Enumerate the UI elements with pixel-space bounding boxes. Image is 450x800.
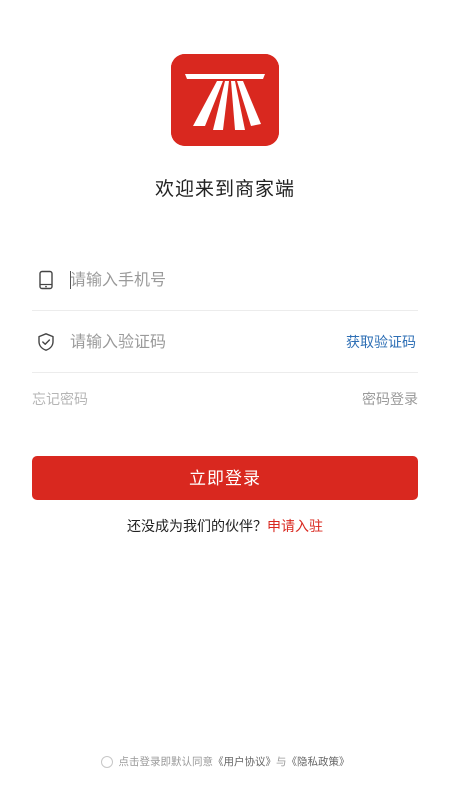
welcome-title: 欢迎来到商家端 xyxy=(154,178,295,200)
text-cursor xyxy=(70,270,71,289)
forgot-password-link[interactable]: 忘记密码 xyxy=(32,389,88,409)
user-agreement-link[interactable]: 《用户协议》 xyxy=(213,756,276,768)
password-login-link[interactable]: 密码登录 xyxy=(362,389,418,409)
privacy-policy-link[interactable]: 《隐私政策》 xyxy=(287,756,350,768)
logo-mark-icon xyxy=(171,54,279,146)
login-button[interactable]: 立即登录 xyxy=(32,456,418,500)
agreement-conjunction: 与 xyxy=(276,756,287,768)
code-field-row: 获取验证码 xyxy=(32,311,418,373)
phone-field-row xyxy=(32,249,418,311)
apply-join-link[interactable]: 申请入驻 xyxy=(267,519,323,535)
phone-input[interactable] xyxy=(70,266,310,293)
login-options-row: 忘记密码 密码登录 xyxy=(32,389,418,409)
app-logo xyxy=(171,54,279,146)
verification-code-input[interactable] xyxy=(70,328,310,355)
phone-icon xyxy=(36,270,56,290)
agreement-radio[interactable] xyxy=(100,756,113,768)
partner-prompt-text: 还没成为我们的伙伴？ xyxy=(127,519,267,535)
partner-prompt: 还没成为我们的伙伴？申请入驻 xyxy=(0,516,450,536)
agreement-prefix: 点击登录即默认同意 xyxy=(118,756,214,768)
get-code-button[interactable]: 获取验证码 xyxy=(346,332,416,352)
shield-check-icon xyxy=(36,332,56,352)
login-page: 欢迎来到商家端 获取验证码 忘记密码 密码登录 立即登录 还没成为我们的伙伴？申… xyxy=(0,0,450,800)
agreement-row: 点击登录即默认同意《用户协议》与《隐私政策》 xyxy=(0,754,450,769)
